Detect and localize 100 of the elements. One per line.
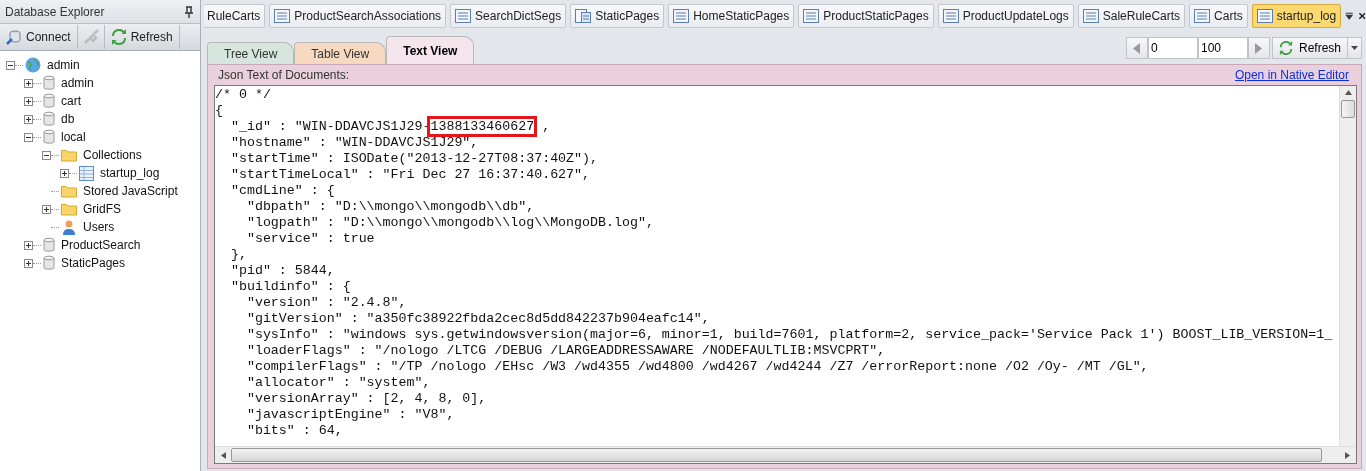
document-tab[interactable]: startup_log xyxy=(1251,4,1342,28)
close-icon[interactable] xyxy=(1357,10,1366,22)
connect-button[interactable]: Connect xyxy=(0,25,78,49)
tree-item[interactable]: admin xyxy=(61,76,94,90)
folder-icon xyxy=(61,148,77,162)
table-icon xyxy=(79,165,94,181)
refresh-button[interactable]: Refresh xyxy=(1271,37,1348,59)
code-line: { xyxy=(215,103,223,119)
document-tab[interactable]: Carts xyxy=(1189,4,1248,28)
horizontal-scrollbar[interactable] xyxy=(215,446,1356,463)
code-line: "hostname" : "WIN-DDAVCJS1J29", xyxy=(229,135,479,151)
previous-button[interactable] xyxy=(1125,37,1148,59)
code-line: "startTimeLocal" : "Fri Dec 27 16:37:40.627", xyxy=(229,167,591,183)
code-line: "gitVersion" : "a350fc38922fbda2cec8d5dd842237b904eafc14", xyxy=(245,311,710,327)
native-editor-link[interactable]: Open in Native Editor xyxy=(1234,68,1349,82)
panel-label: Json Text of Documents: xyxy=(218,68,350,82)
tables-icon xyxy=(575,9,592,23)
view-tab[interactable]: Table View xyxy=(294,42,387,64)
code-line: "compilerFlags" : "/TP /nologo /EHsc /W3 /wd4355 /wd4800 /wd4267 /wd4244 /Z7 /errorReport:none /O2 /Oy- /MT /GL", xyxy=(245,359,1149,375)
table-icon xyxy=(803,9,820,23)
dropdown-button[interactable] xyxy=(1348,37,1362,59)
view-tab[interactable]: Text View xyxy=(386,36,475,64)
expand-toggle[interactable] xyxy=(60,168,69,178)
caret-icon xyxy=(1255,42,1263,54)
document-tab[interactable]: ProductStaticPages xyxy=(798,4,934,28)
database-icon xyxy=(43,255,55,271)
code-line: "versionArray" : [2, 4, 8, 0], xyxy=(245,391,487,407)
code-line: "service" : true xyxy=(245,231,375,247)
code-line: "allocator" : "system", xyxy=(245,375,431,391)
view-tab[interactable]: Tree View xyxy=(207,42,295,64)
code-line: /* 0 */ xyxy=(215,87,271,103)
skip-field[interactable]: 0 xyxy=(1147,37,1198,59)
code-line: "pid" : 5844, xyxy=(229,263,335,279)
tree-item[interactable]: db xyxy=(61,112,75,126)
expand-toggle[interactable] xyxy=(24,114,33,124)
pin-icon[interactable] xyxy=(184,5,194,18)
tree-item[interactable]: ProductSearch xyxy=(61,238,141,252)
table-icon xyxy=(1082,9,1099,23)
limit-field[interactable]: 100 xyxy=(1197,37,1248,59)
tree-item[interactable]: local xyxy=(61,130,86,144)
code-line: "cmdLine" : { xyxy=(229,183,335,199)
tree-item[interactable]: Collections xyxy=(83,148,142,162)
user-icon xyxy=(61,219,77,235)
folder-icon xyxy=(61,202,77,216)
tree-item[interactable]: StaticPages xyxy=(61,256,126,270)
tree-item[interactable]: cart xyxy=(61,94,81,108)
caret-icon xyxy=(1351,46,1358,50)
table-icon xyxy=(274,9,291,23)
document-tab[interactable]: ProductSearchAssociations xyxy=(269,4,447,28)
database-icon xyxy=(43,111,55,127)
refresh-icon xyxy=(110,29,127,45)
caret-icon[interactable] xyxy=(1344,90,1352,95)
tree-item[interactable]: Users xyxy=(83,220,115,234)
document-tab[interactable]: SearchDictSegs xyxy=(450,4,567,28)
folder-icon xyxy=(61,184,77,198)
tab-list-icon[interactable] xyxy=(1345,10,1354,22)
document-tab[interactable]: HomeStaticPages xyxy=(668,4,795,28)
code-line: "javascriptEngine" : "V8", xyxy=(245,407,455,423)
database-icon xyxy=(43,129,55,145)
caret-icon xyxy=(1133,42,1141,54)
scrollbar-thumb[interactable] xyxy=(231,448,1322,462)
collapse-toggle[interactable] xyxy=(24,132,33,142)
table-icon xyxy=(942,9,959,23)
panel-title: Database Explorer xyxy=(5,4,105,19)
expand-toggle[interactable] xyxy=(24,258,33,268)
expand-toggle[interactable] xyxy=(42,204,51,214)
table-icon xyxy=(673,9,690,23)
code-line: "sysInfo" : "windows sys.getwindowsversion(major=6, minor=1, build=7601, platform=2, service_pack='Service Pack 1') BOOST_LIB_VERSION=1_ xyxy=(245,327,1333,343)
expand-toggle[interactable] xyxy=(24,78,33,88)
document-tab[interactable]: SaleRuleCarts xyxy=(1077,4,1186,28)
table-icon xyxy=(1256,9,1273,23)
database-icon xyxy=(43,75,55,91)
refresh-button[interactable]: Refresh xyxy=(104,25,180,49)
expand-toggle[interactable] xyxy=(24,240,33,250)
tree-item[interactable]: GridFS xyxy=(83,202,121,216)
document-tab[interactable]: StaticPages xyxy=(570,4,665,28)
tree-item[interactable]: admin xyxy=(47,58,80,72)
code-line: }, xyxy=(229,247,247,263)
table-icon xyxy=(1194,9,1211,23)
caret-icon[interactable] xyxy=(1345,451,1350,459)
collapse-toggle[interactable] xyxy=(6,60,15,70)
refresh-icon xyxy=(1278,41,1293,55)
code-line: "_id" : "WIN-DDAVCJS1J29-1388133460627 , xyxy=(215,119,551,135)
tree-item[interactable]: startup_log xyxy=(100,166,160,180)
expand-toggle[interactable] xyxy=(24,96,33,106)
code-line: "startTime" : ISODate("2013-12-27T08:37:40Z"), xyxy=(229,151,598,167)
scrollbar-thumb[interactable] xyxy=(1341,100,1355,118)
document-tab[interactable]: RuleCarts xyxy=(204,4,266,28)
code-line: "buildinfo" : { xyxy=(229,279,351,295)
vertical-scrollbar[interactable] xyxy=(1339,86,1356,446)
code-line: "logpath" : "D:\\mongo\\mongodb\\log\\MongoDB.log", xyxy=(245,215,654,231)
next-button[interactable] xyxy=(1247,37,1270,59)
caret-icon[interactable] xyxy=(221,451,226,459)
document-tab[interactable]: ProductUpdateLogs xyxy=(937,4,1074,28)
tree-item[interactable]: Stored JavaScript xyxy=(83,184,178,198)
code-line: "version" : "2.4.8", xyxy=(245,295,407,311)
code-line: "loaderFlags" : "/nologo /LTCG /DEBUG /LARGEADDRESSAWARE /NODEFAULTLIB:MSVCPRT", xyxy=(245,343,886,359)
database-icon xyxy=(43,237,55,253)
code-line: "bits" : 64, xyxy=(245,423,343,439)
collapse-toggle[interactable] xyxy=(42,150,51,160)
